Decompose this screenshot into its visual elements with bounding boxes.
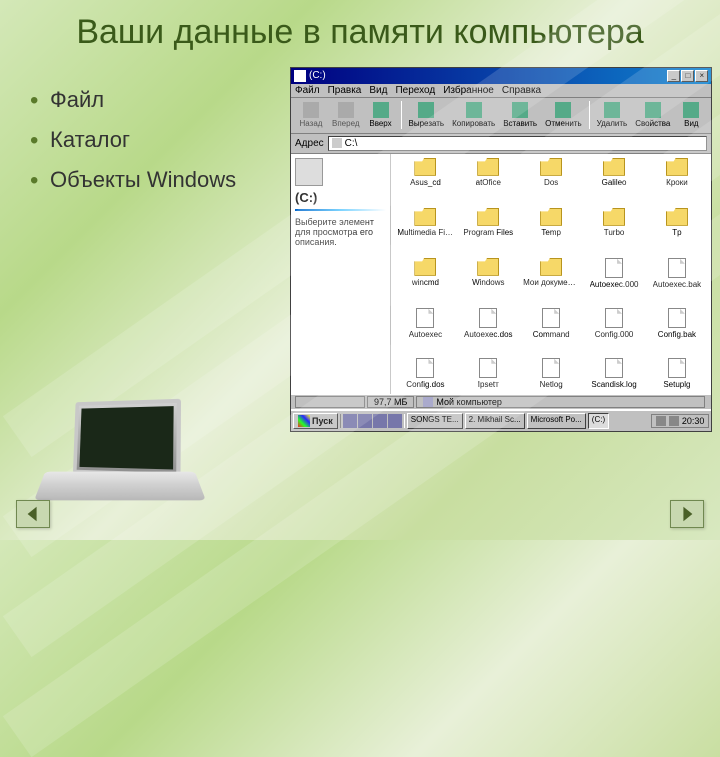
drive-icon <box>332 138 342 148</box>
file-icon <box>479 358 497 378</box>
folder-icon <box>540 208 562 226</box>
system-tray[interactable]: 20:30 <box>651 414 710 428</box>
bullet-item: Файл <box>30 87 290 113</box>
folder-icon <box>603 158 625 176</box>
tray-icon[interactable] <box>656 416 666 426</box>
file-icon <box>479 308 497 328</box>
folder-icon <box>477 258 499 276</box>
toolbar-вверх-button[interactable]: Вверх <box>365 101 397 129</box>
drive-icon <box>294 70 306 82</box>
taskbar-task-button[interactable]: Microsoft Po... <box>527 413 586 429</box>
file-icon <box>605 358 623 378</box>
file-item[interactable]: Setuplg <box>646 358 707 394</box>
tool-label: Назад <box>300 119 323 128</box>
toolbar-назад-button: Назад <box>295 101 327 129</box>
file-icon <box>668 308 686 328</box>
address-bar: Адрес C:\ <box>291 134 711 154</box>
menu-item[interactable]: Файл <box>295 85 320 96</box>
file-icon <box>605 308 623 328</box>
folder-icon <box>477 158 499 176</box>
file-icon <box>668 258 686 278</box>
item-label: Setuplg <box>663 380 690 389</box>
computer-icon <box>423 397 433 407</box>
file-icon <box>416 358 434 378</box>
next-slide-button[interactable] <box>670 500 704 528</box>
prev-slide-button[interactable] <box>16 500 50 528</box>
menu-item[interactable]: Вид <box>369 85 387 96</box>
file-icon <box>605 258 623 278</box>
taskbar-task-button[interactable]: (C:) <box>588 413 609 429</box>
folder-icon <box>414 208 436 226</box>
file-icon <box>416 308 434 328</box>
tool-icon <box>683 102 699 118</box>
file-icon <box>542 358 560 378</box>
address-label: Адрес <box>295 138 324 149</box>
address-value: C:\ <box>345 138 358 149</box>
tool-icon <box>303 102 319 118</box>
file-icon <box>542 308 560 328</box>
tool-label: Вверх <box>369 119 391 128</box>
bullet-item: Каталог <box>30 127 290 153</box>
item-label: Scandisk.log <box>591 380 636 389</box>
bullet-item: Объекты Windows <box>30 167 290 193</box>
tray-icon[interactable] <box>669 416 679 426</box>
menu-item[interactable]: Правка <box>328 85 362 96</box>
tool-label: Вид <box>684 119 698 128</box>
file-icon <box>668 358 686 378</box>
menu-item[interactable]: Переход <box>395 85 435 96</box>
arrow-right-icon <box>678 505 696 523</box>
window-title: (C:) <box>309 70 326 81</box>
quick-icon[interactable] <box>388 414 402 428</box>
item-label: Config.bak <box>658 330 696 339</box>
toolbar-вперед-button: Вперед <box>329 101 363 129</box>
clock: 20:30 <box>682 416 705 426</box>
tool-icon <box>373 102 389 118</box>
drive-icon <box>295 158 323 186</box>
tool-icon <box>338 102 354 118</box>
arrow-left-icon <box>24 505 42 523</box>
tool-icon <box>555 102 571 118</box>
item-label: Tp <box>672 228 681 237</box>
laptop-illustration <box>30 390 210 510</box>
tool-label: Вперед <box>332 119 360 128</box>
